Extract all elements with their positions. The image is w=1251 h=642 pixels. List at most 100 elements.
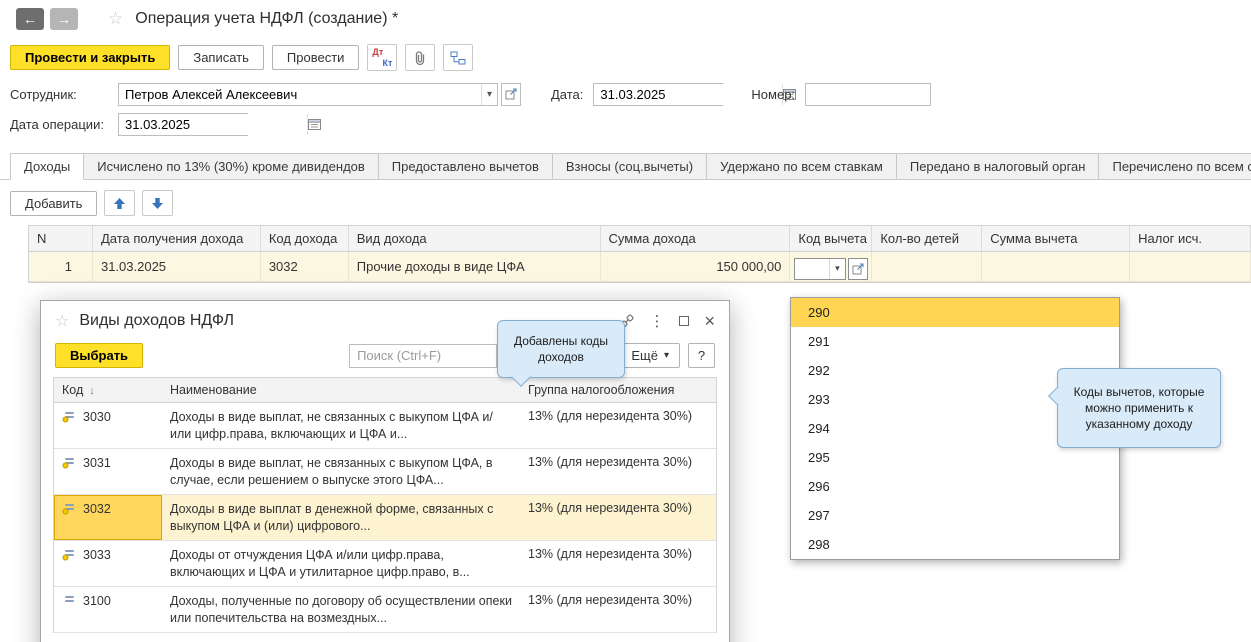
income-code: 3032 <box>83 502 111 516</box>
income-code-cell[interactable]: 3032 <box>261 252 349 281</box>
tab-sent-to-tax-authority[interactable]: Передано в налоговый орган <box>897 153 1100 180</box>
dropdown-item-297[interactable]: 297 <box>791 501 1119 530</box>
move-down-button[interactable] <box>142 190 173 216</box>
calendar-icon <box>308 118 321 130</box>
modal-window-controls: ⋮ × <box>620 312 715 330</box>
search-input[interactable] <box>349 344 497 368</box>
incomes-table: N Дата получения дохода Код дохода Вид д… <box>28 225 1251 283</box>
window-header: ← → ☆ Операция учета НДФЛ (создание) * <box>0 0 1251 38</box>
chevron-down-icon[interactable]: ▾ <box>481 84 497 105</box>
dropdown-item-290[interactable]: 290 <box>791 298 1119 327</box>
income-name: Доходы, полученные по договору об осущес… <box>162 587 520 632</box>
chevron-down-icon: ▾ <box>664 350 669 361</box>
income-name: Доходы в виде выплат в денежной форме, с… <box>162 495 520 540</box>
col-header-n[interactable]: N <box>29 226 93 251</box>
callout-income-codes: Добавлены коды доходов <box>497 320 625 378</box>
dropdown-item-296[interactable]: 296 <box>791 472 1119 501</box>
operation-date-field <box>118 113 248 136</box>
income-name: Доходы от отчуждения ЦФА и/или цифр.прав… <box>162 541 520 586</box>
amount-cell[interactable]: 150 000,00 <box>601 252 791 281</box>
favorite-star-icon[interactable]: ☆ <box>55 311 69 331</box>
list-item-3031[interactable]: 3031 Доходы в виде выплат, не связанных … <box>54 449 716 495</box>
tab-calculated-13[interactable]: Исчислено по 13% (30%) кроме дивидендов <box>84 153 379 180</box>
help-button[interactable]: ? <box>688 343 715 368</box>
income-code: 3033 <box>83 548 111 562</box>
tab-contributions[interactable]: Взносы (соц.вычеты) <box>553 153 707 180</box>
col-header-children-count[interactable]: Кол-во детей <box>872 226 982 251</box>
income-code: 3030 <box>83 410 111 424</box>
deduction-code-input[interactable] <box>795 259 829 279</box>
back-button[interactable]: ← <box>16 8 44 30</box>
col-header-tax-calculated[interactable]: Налог исч. <box>1130 226 1251 251</box>
list-item-3030[interactable]: 3030 Доходы в виде выплат, не связанных … <box>54 403 716 449</box>
tax-calculated-cell[interactable] <box>1130 252 1251 281</box>
date-field <box>593 83 723 106</box>
col-header-deduction-amount[interactable]: Сумма вычета <box>982 226 1130 251</box>
more-button-label: Ещё <box>631 348 658 363</box>
ndfl-operation-window: ← → ☆ Операция учета НДФЛ (создание) * П… <box>0 0 1251 642</box>
deduction-open-button[interactable] <box>848 258 868 280</box>
post-and-close-button[interactable]: Провести и закрыть <box>10 45 170 70</box>
income-types-table: Код↓ Наименование Группа налогообложения… <box>53 377 717 633</box>
form-row-operation-date: Дата операции: <box>0 109 1251 139</box>
col-header-income-type[interactable]: Вид дохода <box>349 226 601 251</box>
maximize-icon <box>679 316 689 326</box>
number-label: Номер: <box>751 87 795 102</box>
attachments-button[interactable] <box>405 44 435 71</box>
income-tax-group: 13% (для нерезидента 30%) <box>520 403 716 448</box>
structure-button[interactable] <box>443 44 473 71</box>
maximize-button[interactable] <box>679 316 689 326</box>
forward-button[interactable]: → <box>50 8 78 30</box>
favorite-star-icon[interactable]: ☆ <box>108 9 123 29</box>
income-code: 3031 <box>83 456 111 470</box>
catalog-item-icon <box>62 456 76 469</box>
income-tax-group: 13% (для нерезидента 30%) <box>520 495 716 540</box>
number-input[interactable] <box>805 83 931 106</box>
deduction-amount-cell[interactable] <box>982 252 1130 281</box>
tab-transferred[interactable]: Перечислено по всем ст <box>1099 153 1251 180</box>
col-header-deduction-code[interactable]: Код вычета <box>790 226 872 251</box>
col-header-receive-date[interactable]: Дата получения дохода <box>93 226 261 251</box>
add-row-button[interactable]: Добавить <box>10 191 97 216</box>
dt-icon: Дт <box>372 47 383 57</box>
employee-input[interactable] <box>119 84 481 105</box>
col-header-code-label: Код <box>62 383 83 397</box>
kt-icon: Кт <box>383 58 393 68</box>
tab-deductions-provided[interactable]: Предоставлено вычетов <box>379 153 553 180</box>
operation-date-input[interactable] <box>119 114 307 135</box>
tab-withheld[interactable]: Удержано по всем ставкам <box>707 153 897 180</box>
command-bar: Провести и закрыть Записать Провести Дт … <box>0 38 1251 79</box>
col-header-name[interactable]: Наименование <box>162 378 520 402</box>
income-types-table-header: Код↓ Наименование Группа налогообложения <box>54 378 716 403</box>
select-button[interactable]: Выбрать <box>55 343 143 368</box>
post-button[interactable]: Провести <box>272 45 360 70</box>
income-type-cell[interactable]: Прочие доходы в виде ЦФА <box>349 252 601 281</box>
move-up-button[interactable] <box>104 190 135 216</box>
page-title: Операция учета НДФЛ (создание) * <box>135 10 398 28</box>
dropdown-item-298[interactable]: 298 <box>791 530 1119 559</box>
more-menu-button[interactable]: ⋮ <box>649 312 664 330</box>
list-item-3100[interactable]: 3100 Доходы, полученные по договору об о… <box>54 587 716 633</box>
employee-open-button[interactable] <box>501 83 521 106</box>
col-header-amount[interactable]: Сумма дохода <box>601 226 791 251</box>
dropdown-item-291[interactable]: 291 <box>791 327 1119 356</box>
row-number-cell[interactable]: 1 <box>29 252 93 281</box>
close-button[interactable]: × <box>704 312 715 330</box>
dtkt-postings-button[interactable]: Дт Кт <box>367 44 397 71</box>
receive-date-cell[interactable]: 31.03.2025 <box>93 252 261 281</box>
more-button[interactable]: Ещё ▾ <box>620 343 680 368</box>
col-header-income-code[interactable]: Код дохода <box>261 226 349 251</box>
table-row[interactable]: 1 31.03.2025 3032 Прочие доходы в виде Ц… <box>29 252 1251 282</box>
grid-toolbar: Добавить <box>0 180 1251 225</box>
col-header-code[interactable]: Код↓ <box>54 378 162 402</box>
operation-date-calendar-button[interactable] <box>307 114 321 135</box>
income-name: Доходы в виде выплат, не связанных с вык… <box>162 449 520 494</box>
list-item-3032-selected[interactable]: 3032 Доходы в виде выплат в денежной фор… <box>54 495 716 541</box>
list-item-3033[interactable]: 3033 Доходы от отчуждения ЦФА и/или цифр… <box>54 541 716 587</box>
tab-incomes[interactable]: Доходы <box>10 153 84 180</box>
children-count-cell[interactable] <box>872 252 982 281</box>
save-button[interactable]: Записать <box>178 45 264 70</box>
col-header-tax-group[interactable]: Группа налогообложения <box>520 378 716 402</box>
open-icon <box>852 263 864 275</box>
chevron-down-icon[interactable]: ▾ <box>829 259 844 279</box>
